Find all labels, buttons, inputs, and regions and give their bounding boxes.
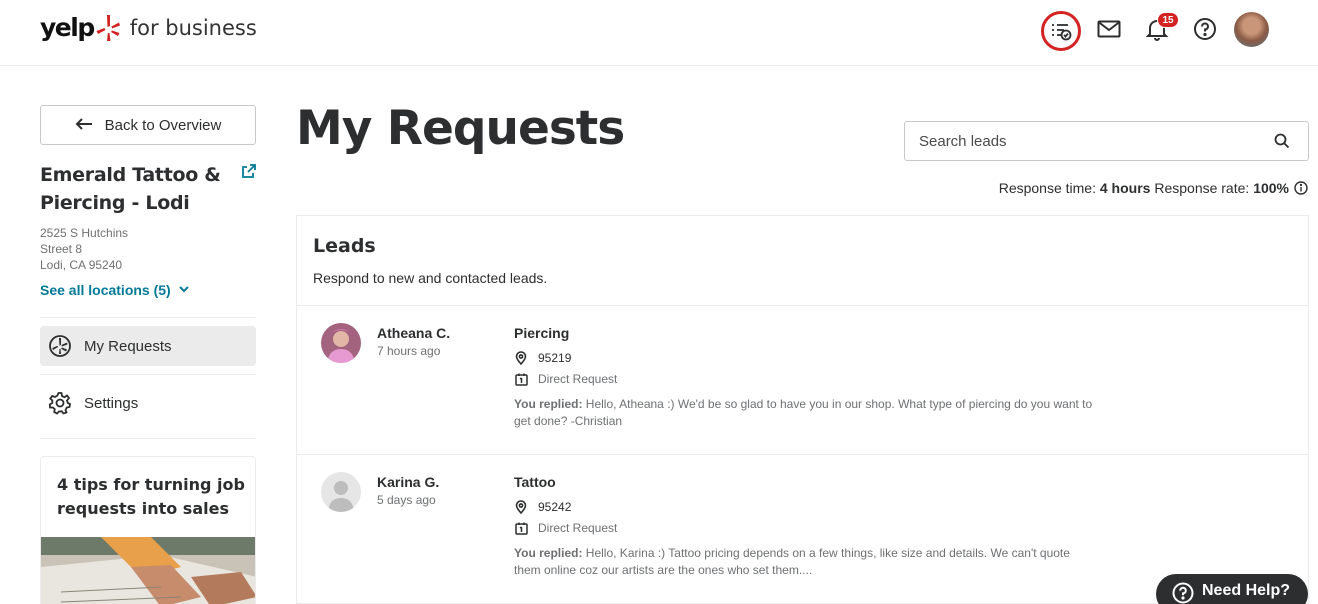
- arrow-left-icon: [75, 115, 93, 136]
- back-to-overview-label: Back to Overview: [104, 116, 222, 134]
- address-line-2: Street 8: [40, 242, 83, 256]
- help-circle-icon[interactable]: [1190, 14, 1220, 44]
- sidebar-item-label: Settings: [84, 394, 139, 412]
- lead-request-type: Direct Request: [514, 521, 617, 535]
- lead-request-type: Direct Request: [514, 372, 617, 386]
- chevron-down-icon: [179, 284, 189, 296]
- lead-request-type-value: Direct Request: [538, 372, 618, 386]
- sidebar-item-my-requests[interactable]: My Requests: [40, 326, 256, 366]
- lead-avatar: [321, 472, 361, 512]
- address-line-3: Lodi, CA 95240: [40, 258, 123, 272]
- help-question-icon: [1172, 582, 1194, 604]
- sidebar-divider: [40, 374, 256, 375]
- reply-label: You replied:: [514, 397, 583, 411]
- back-to-overview-button[interactable]: Back to Overview: [40, 105, 256, 145]
- yelp-burst-icon: [96, 14, 120, 41]
- tips-title: 4 tips for turning job requests into sal…: [57, 475, 245, 518]
- reply-text: Hello, Atheana :) We'd be so glad to hav…: [514, 397, 1093, 428]
- response-rate-label: Response rate:: [1154, 180, 1250, 196]
- business-address: 2525 S Hutchins Street 8 Lodi, CA 95240: [40, 225, 128, 273]
- lead-zip-value: 95242: [538, 500, 572, 514]
- lead-request-type-value: Direct Request: [538, 521, 618, 535]
- lead-name: Karina G.: [377, 474, 440, 490]
- lead-service: Piercing: [514, 325, 570, 341]
- sidebar-item-settings[interactable]: Settings: [40, 383, 256, 423]
- inbox-icon[interactable]: [1094, 14, 1124, 44]
- address-line-1: 2525 S Hutchins: [40, 226, 129, 240]
- lead-service: Tattoo: [514, 474, 556, 490]
- reply-text: Hello, Karina :) Tattoo pricing depends …: [514, 546, 1070, 577]
- see-all-locations-link[interactable]: See all locations (5): [40, 282, 189, 298]
- leads-title: Leads: [313, 235, 376, 257]
- see-all-locations-label: See all locations (5): [40, 282, 171, 298]
- response-time-value: 4 hours: [1099, 180, 1151, 196]
- requests-nav-icon: [48, 334, 72, 358]
- search-leads-box[interactable]: [904, 121, 1309, 161]
- lead-zip-value: 95219: [538, 351, 572, 365]
- leads-header: Leads Respond to new and contacted leads…: [297, 216, 1308, 306]
- need-help-button[interactable]: Need Help?: [1156, 574, 1308, 604]
- tips-card-image: [41, 537, 255, 604]
- page-title: My Requests: [296, 101, 625, 156]
- lead-row[interactable]: Atheana C. 7 hours ago Piercing 95219 Di…: [297, 306, 1308, 455]
- lead-zip: 95219: [514, 351, 571, 365]
- sidebar-divider: [40, 438, 256, 439]
- search-icon[interactable]: [1274, 133, 1290, 149]
- info-icon[interactable]: [1294, 181, 1308, 195]
- lead-reply: You replied: Hello, Atheana :) We'd be s…: [514, 396, 1094, 430]
- leads-subtitle: Respond to new and contacted leads.: [313, 270, 548, 286]
- calendar-icon: [514, 521, 528, 535]
- response-time-label: Response time:: [998, 180, 1096, 196]
- reply-label: You replied:: [514, 546, 583, 560]
- notification-count-badge: 15: [1157, 12, 1179, 28]
- lead-name: Atheana C.: [377, 325, 451, 341]
- need-help-label: Need Help?: [1202, 582, 1291, 599]
- sidebar-item-label: My Requests: [84, 337, 172, 355]
- location-pin-icon: [514, 500, 528, 514]
- lead-zip: 95242: [514, 500, 571, 514]
- sidebar-divider: [40, 317, 256, 318]
- external-link-icon[interactable]: [241, 163, 257, 179]
- calendar-icon: [514, 372, 528, 386]
- logo-wordmark: yelp: [40, 13, 95, 42]
- lead-reply: You replied: Hello, Karina :) Tattoo pri…: [514, 545, 1094, 579]
- top-header: yelp for business 15: [0, 0, 1318, 66]
- search-leads-input[interactable]: [919, 132, 1259, 150]
- logo-subtitle: for business: [129, 15, 257, 40]
- tips-card[interactable]: 4 tips for turning job requests into sal…: [40, 456, 256, 604]
- requests-icon[interactable]: [1041, 11, 1081, 51]
- business-name: Emerald Tattoo & Piercing - Lodi: [40, 164, 221, 214]
- response-rate-value: 100%: [1253, 180, 1289, 196]
- lead-avatar: [321, 323, 361, 363]
- lead-row[interactable]: Karina G. 5 days ago Tattoo 95242 Direct…: [297, 455, 1308, 604]
- lead-time: 5 days ago: [377, 493, 436, 507]
- yelp-for-business-logo[interactable]: yelp for business: [40, 13, 257, 42]
- response-stats: Response time: 4 hours Response rate: 10…: [999, 180, 1308, 196]
- user-avatar[interactable]: [1234, 12, 1269, 47]
- location-pin-icon: [514, 351, 528, 365]
- leads-panel: Leads Respond to new and contacted leads…: [296, 215, 1309, 604]
- lead-time: 7 hours ago: [377, 344, 441, 358]
- gear-icon: [48, 391, 72, 415]
